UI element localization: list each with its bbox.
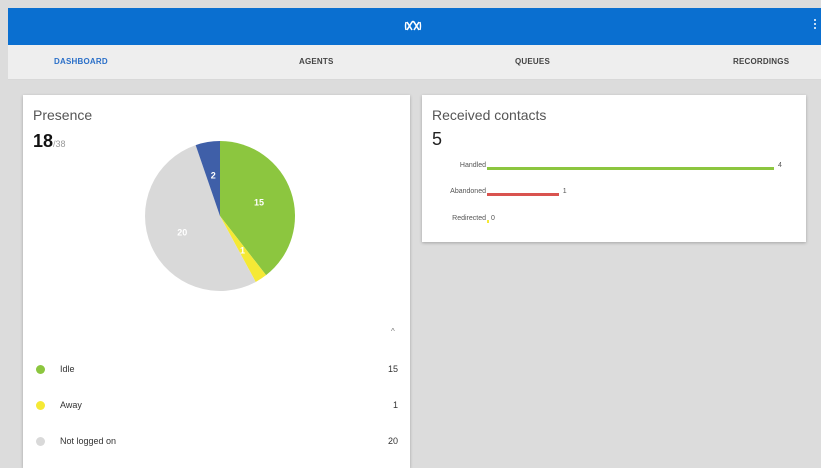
nav-tabs: DASHBOARD AGENTS QUEUES RECORDINGS	[8, 45, 821, 80]
bar-handled[interactable]	[487, 167, 774, 170]
more-vertical-icon[interactable]	[813, 19, 817, 34]
presence-total: /38	[53, 139, 66, 149]
pie-data-label: 2	[211, 170, 216, 180]
legend-value: 1	[392, 400, 398, 410]
bar-row-redirected: Redirected 0	[422, 215, 806, 227]
pie-data-label: 15	[254, 198, 264, 208]
tab-dashboard[interactable]: DASHBOARD	[54, 57, 108, 66]
bar-abandoned[interactable]	[487, 193, 559, 196]
away-dot-icon	[36, 401, 45, 410]
bar-redirected[interactable]	[487, 220, 489, 223]
bar-label: Handled	[459, 162, 486, 169]
legend-label: Idle	[60, 364, 75, 374]
infinity-logo-icon[interactable]	[404, 18, 422, 34]
pie-data-label: 20	[177, 228, 187, 238]
bar-label: Redirected	[452, 215, 486, 222]
bar-label: Abandoned	[450, 188, 486, 195]
bar-row-handled: Handled 4	[422, 162, 806, 174]
app-header	[8, 8, 821, 45]
legend-label: Not logged on	[60, 436, 117, 446]
bar-value-label: 0	[491, 215, 495, 222]
contacts-count: 5	[432, 129, 443, 149]
bar-value-label: 1	[562, 188, 567, 195]
legend-value: 15	[387, 364, 398, 374]
idle-dot-icon	[36, 365, 45, 374]
legend-value: 20	[387, 436, 398, 446]
legend-item-not-logged-on: Not logged on 20	[23, 433, 410, 453]
tab-queues[interactable]: QUEUES	[515, 57, 550, 66]
contacts-title: Received contacts	[432, 107, 547, 123]
tab-agents[interactable]: AGENTS	[299, 57, 334, 66]
chevron-up-icon[interactable]: ^	[391, 327, 395, 336]
presence-title: Presence	[33, 107, 93, 123]
legend-item-away: Away 1	[23, 397, 410, 417]
presence-card: Presence 18/38 15 1 20 2 ^ Idle 15 Away 1 N…	[23, 95, 410, 468]
tab-recordings[interactable]: RECORDINGS	[733, 57, 789, 66]
not-logged-on-dot-icon	[36, 437, 45, 446]
legend-label: Away	[60, 400, 82, 410]
presence-pie-chart: 15 1 20 2	[144, 141, 295, 291]
bar-value-label: 4	[778, 162, 782, 169]
presence-count: 18/38	[33, 131, 66, 151]
legend-item-idle: Idle 15	[23, 361, 410, 381]
bar-row-abandoned: Abandoned 1	[422, 188, 806, 200]
received-contacts-card: Received contacts 5 Handled 4 Abandoned 1 Re…	[422, 95, 806, 242]
pie-data-label: 1	[240, 246, 245, 256]
